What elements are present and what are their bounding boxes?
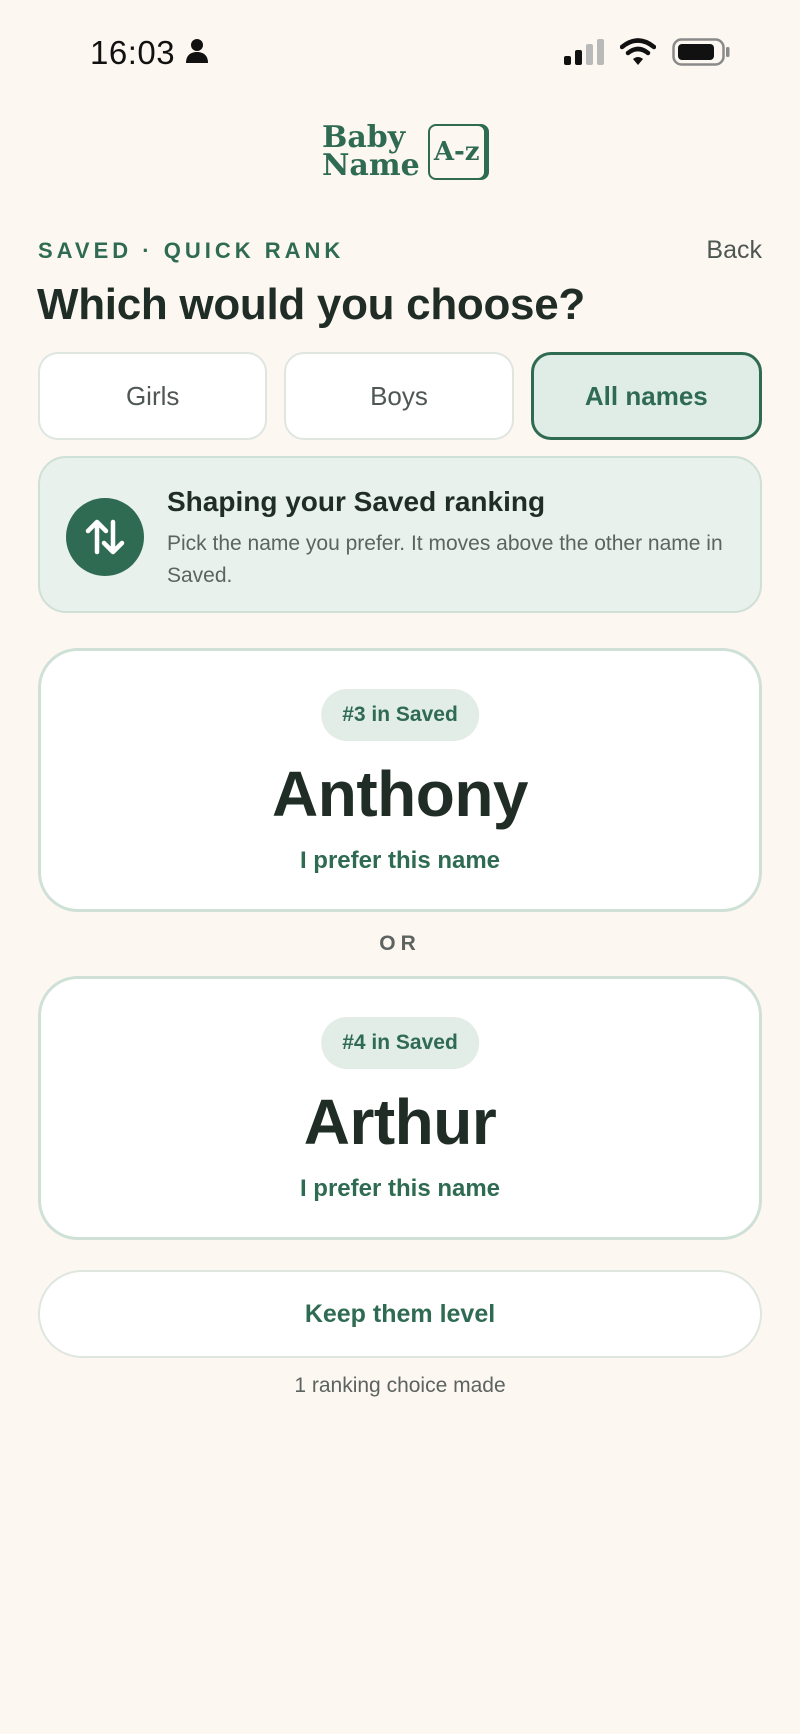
name-text: Arthur	[303, 1086, 497, 1158]
screen: 16:03 Baby Name A-z SAVED · QUICK RANK B…	[0, 0, 800, 1734]
status-bar: 16:03	[0, 0, 800, 108]
choices-count: 1 ranking choice made	[294, 1374, 506, 1397]
section-eyebrow: SAVED · QUICK RANK	[38, 238, 345, 263]
name-text: Anthony	[272, 758, 529, 830]
page-title: Which would you choose?	[37, 280, 585, 329]
keep-level-button[interactable]: Keep them level	[38, 1270, 762, 1358]
info-title: Shaping your Saved ranking	[167, 486, 546, 517]
name-choice-card-1[interactable]: #3 in Saved Anthony I prefer this name	[38, 648, 762, 912]
back-button[interactable]: Back	[706, 236, 762, 265]
status-time: 16:03	[90, 34, 176, 71]
prefer-name-button[interactable]: I prefer this name	[41, 847, 759, 875]
prefer-name-button[interactable]: I prefer this name	[41, 1175, 759, 1203]
info-description: Pick the name you prefer. It moves above…	[167, 532, 723, 587]
filter-tabs: Girls Boys All names	[38, 352, 762, 440]
rank-badge: #3 in Saved	[321, 689, 479, 741]
status-icons	[564, 38, 730, 71]
app-logo: Baby Name A-z	[322, 123, 486, 183]
rank-badge: #4 in Saved	[321, 1017, 479, 1069]
time-group: 16:03	[90, 34, 209, 72]
tab-boys[interactable]: Boys	[284, 352, 514, 440]
logo-line-2: Name	[322, 148, 420, 183]
swap-vertical-icon	[66, 498, 144, 576]
logo-badge: A-z	[427, 124, 486, 180]
battery-icon	[672, 38, 730, 71]
tab-girls[interactable]: Girls	[38, 352, 268, 440]
wifi-icon	[619, 38, 657, 71]
signal-icon	[564, 39, 604, 70]
info-card: Shaping your Saved ranking Pick the name…	[38, 456, 762, 613]
logo-wordmark: Baby Name	[322, 123, 420, 183]
name-choice-card-2[interactable]: #4 in Saved Arthur I prefer this name	[38, 976, 762, 1240]
or-divider: OR	[379, 932, 421, 955]
person-icon	[185, 38, 209, 69]
tab-all-names[interactable]: All names	[530, 352, 762, 440]
